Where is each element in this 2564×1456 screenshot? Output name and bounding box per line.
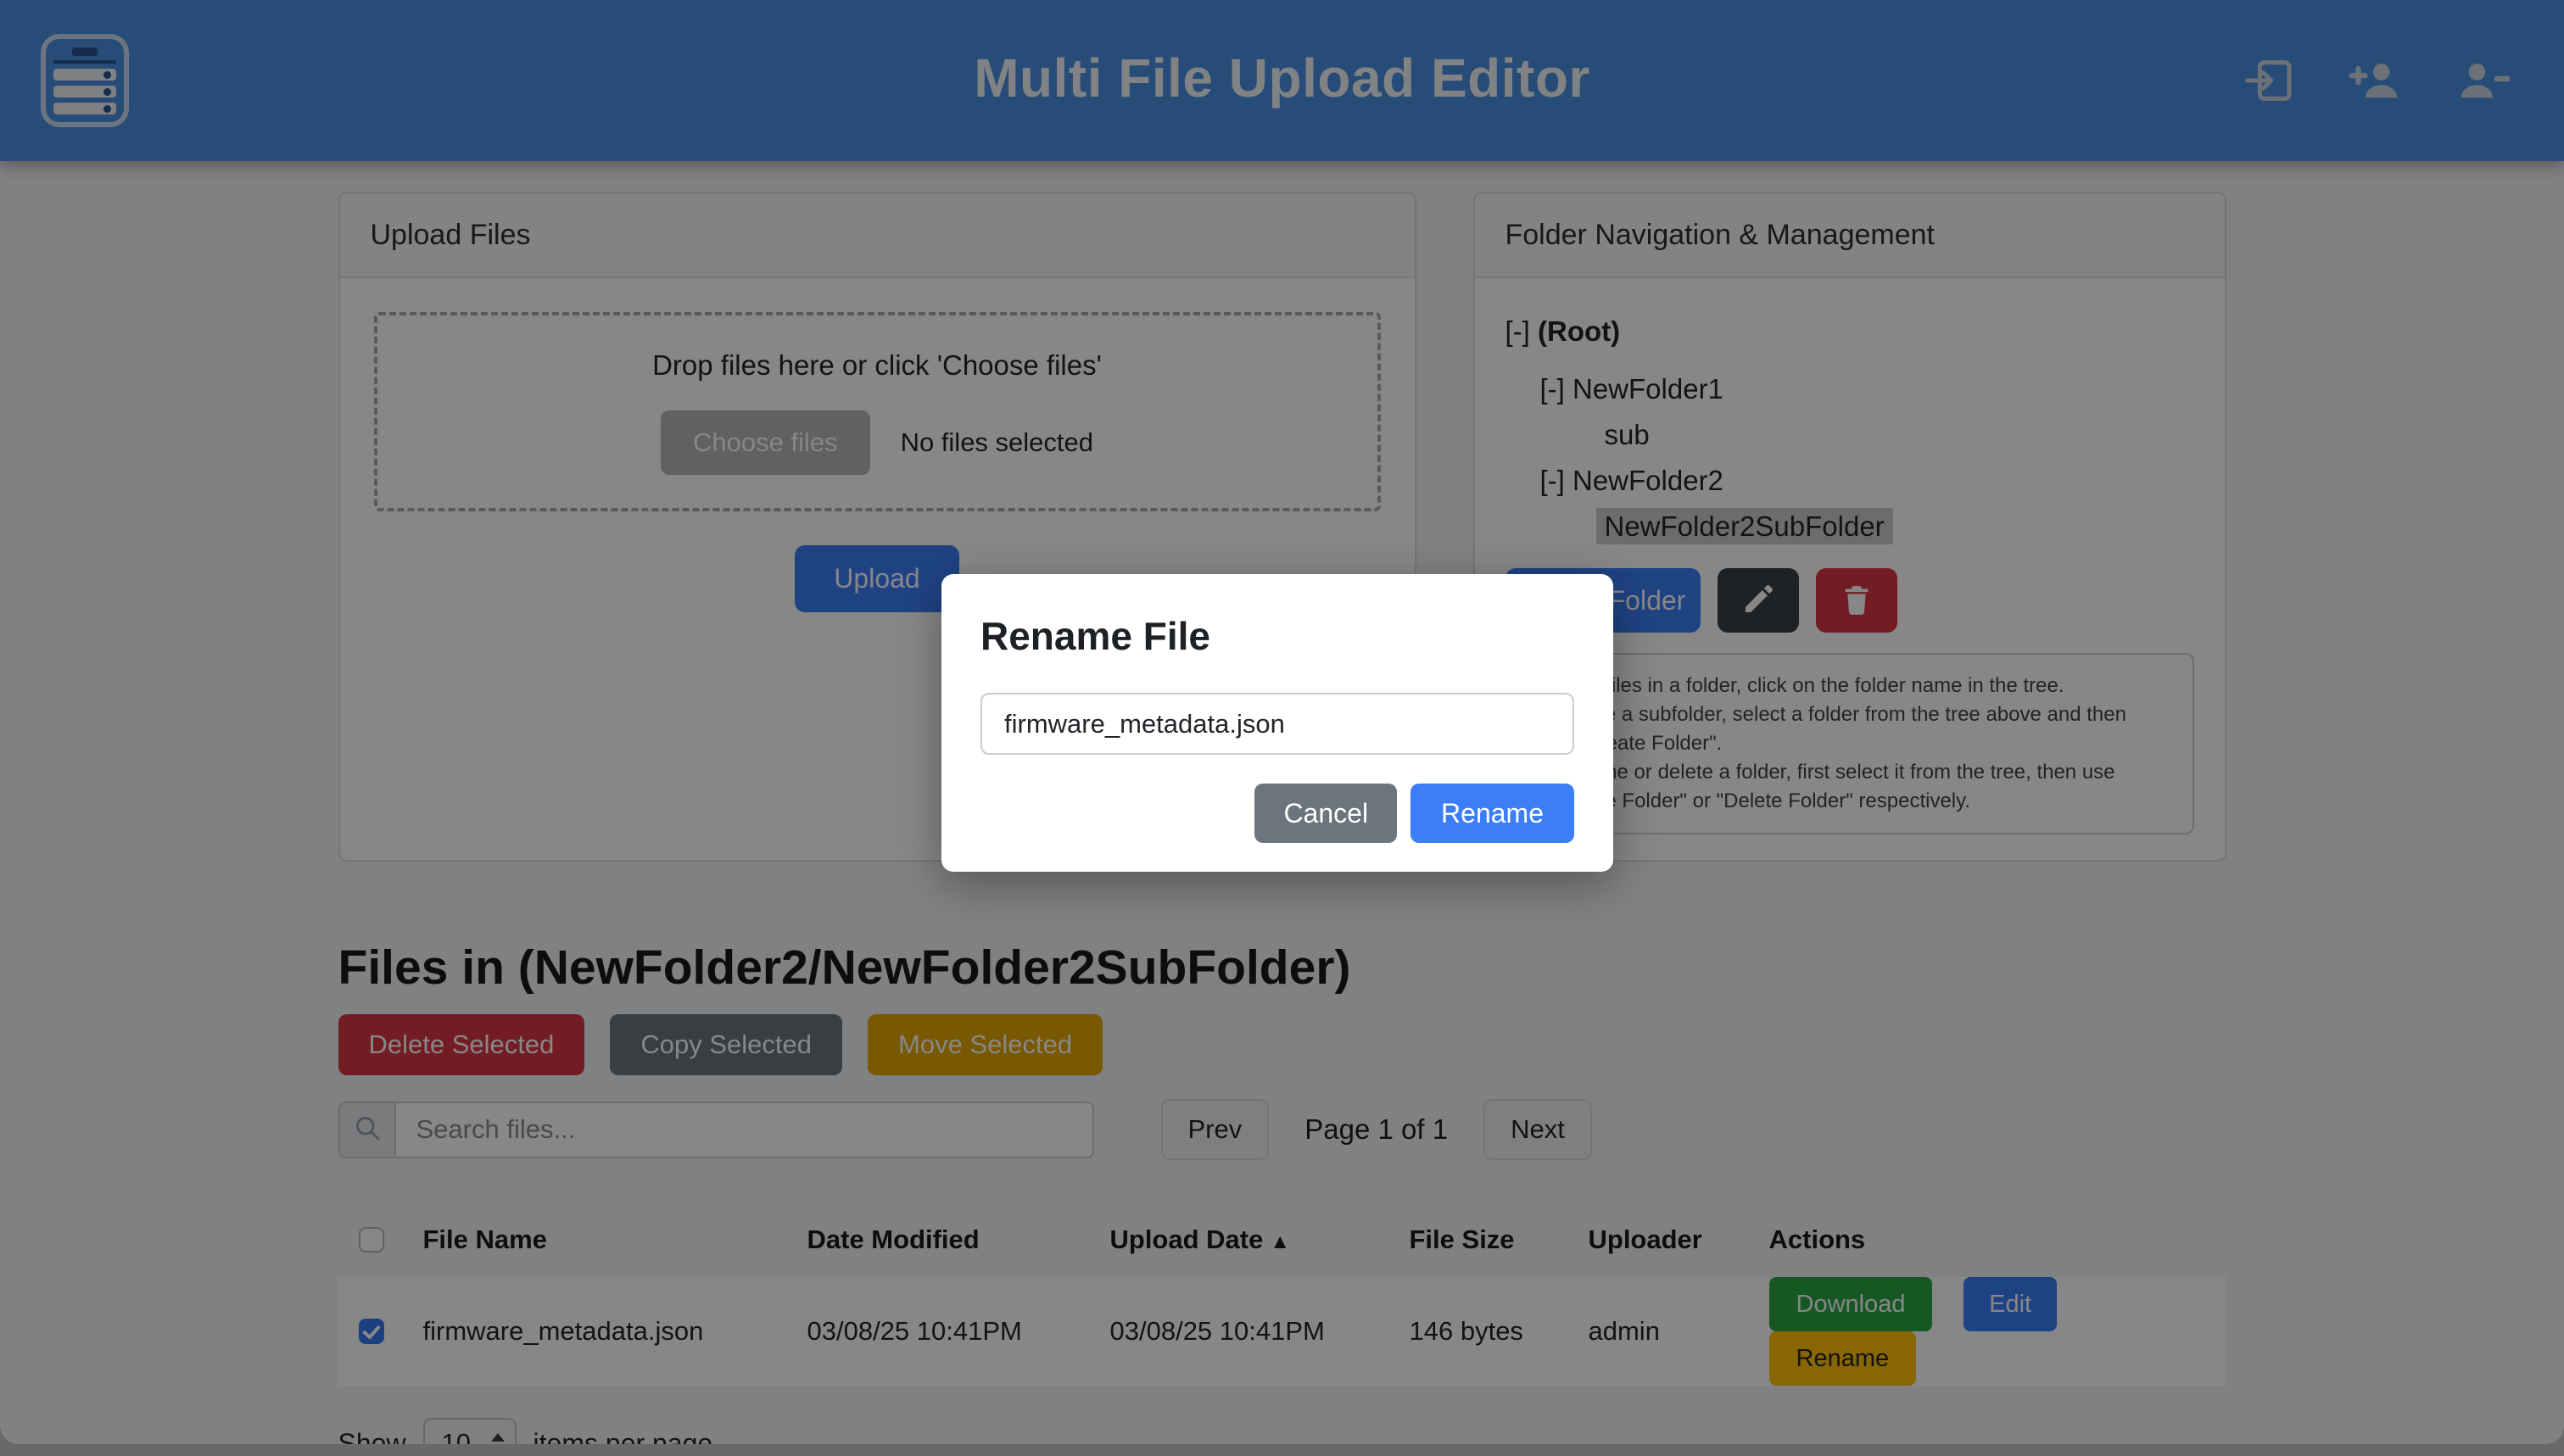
rename-confirm-button[interactable]: Rename: [1410, 784, 1574, 843]
rename-file-modal: Rename File Cancel Rename: [941, 574, 1613, 872]
rename-filename-input[interactable]: [980, 693, 1574, 755]
modal-footer: Cancel Rename: [980, 784, 1574, 843]
modal-title: Rename File: [980, 613, 1574, 659]
cancel-button[interactable]: Cancel: [1254, 784, 1397, 843]
